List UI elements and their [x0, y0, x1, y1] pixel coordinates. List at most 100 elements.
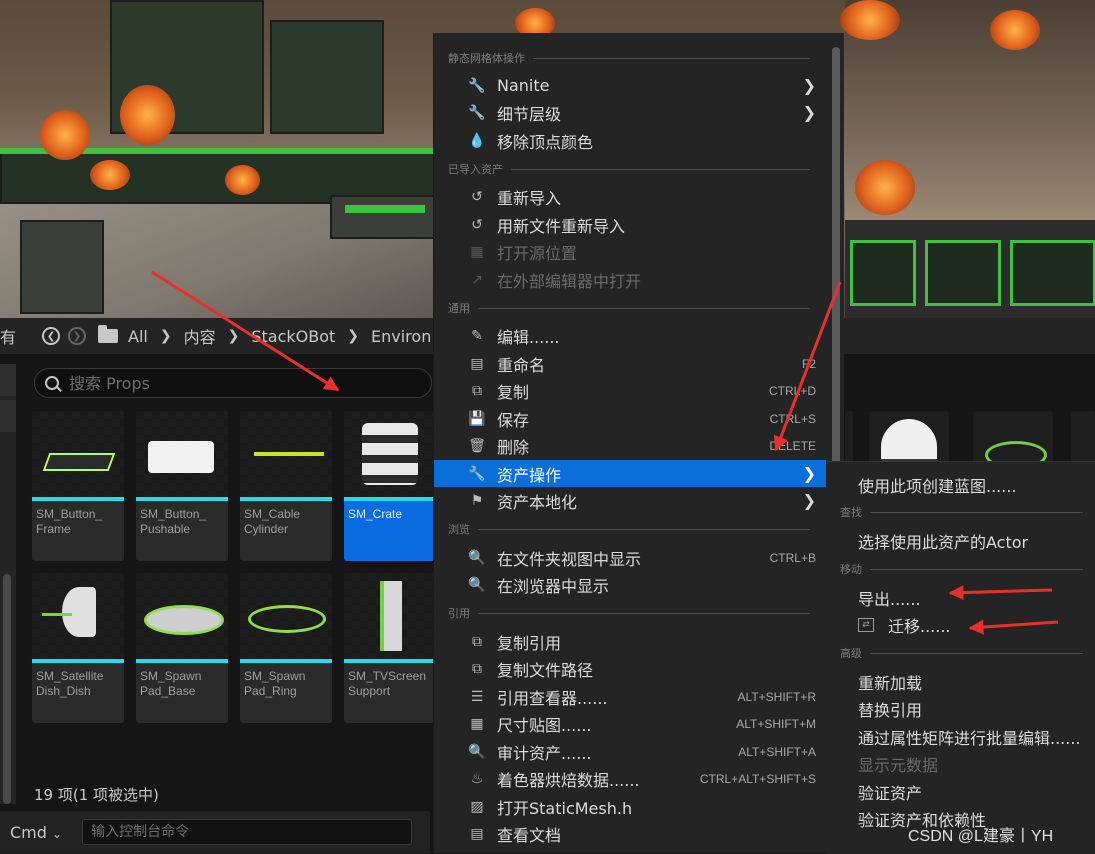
doc-icon: ▤	[470, 825, 484, 842]
menu-item-reimport-new[interactable]: ↺ 用新文件重新导入	[434, 211, 826, 238]
menu-item-size-map[interactable]: ▦ 尺寸贴图...... ALT+SHIFT+M	[434, 710, 826, 737]
menu-item-open-header[interactable]: ▨ 打开StaticMesh.h	[434, 793, 826, 820]
viewport-plant	[40, 110, 90, 160]
menu-item-save[interactable]: 💾 保存 CTRL+S	[434, 405, 826, 432]
menu-item-rename[interactable]: ▤ 重命名 F2	[434, 350, 826, 377]
menu-item-reference-viewer[interactable]: ☰ 引用查看器...... ALT+SHIFT+R	[434, 683, 826, 710]
submenu-item-select-actors[interactable]: 选择使用此资产的Actor	[858, 529, 1028, 553]
breadcrumb-arrow-icon[interactable]: ❯	[228, 328, 240, 344]
vertical-scrollbar[interactable]	[3, 574, 11, 804]
viewport-plant	[990, 10, 1040, 50]
breadcrumb-environ[interactable]: Environ	[371, 327, 431, 346]
submenu-item-replace-references[interactable]: 替换引用	[858, 697, 922, 721]
breadcrumb-stackobot[interactable]: StackOBot	[251, 327, 335, 346]
console-input[interactable]	[82, 819, 413, 845]
trash-icon: 🗑	[468, 437, 486, 454]
search-input[interactable]	[67, 372, 411, 394]
asset-tile[interactable]: SM_Satellite Dish_Dish	[32, 573, 124, 723]
viewport-plant	[120, 85, 175, 145]
submenu-item-create-blueprint[interactable]: 使用此项创建蓝图......	[858, 473, 1017, 497]
console-mode-dropdown[interactable]: Cmd ⌄	[10, 823, 62, 842]
menu-item-reimport[interactable]: ↺ 重新导入	[434, 183, 826, 210]
menu-item-copy-path[interactable]: ⧉ 复制文件路径	[434, 655, 826, 682]
viewport-crate	[20, 220, 104, 314]
asset-thumbnail	[240, 411, 332, 497]
menu-item-delete[interactable]: 🗑 删除 DELETE	[434, 432, 826, 459]
forward-icon[interactable]: ❯	[68, 327, 87, 345]
menu-item-copy-reference[interactable]: ⧉ 复制引用	[434, 628, 826, 655]
save-icon: 💾	[468, 410, 486, 427]
sources-tab[interactable]	[0, 400, 16, 432]
asset-thumbnail	[344, 411, 436, 497]
asset-search-box[interactable]	[34, 368, 432, 398]
submenu-item-show-metadata: 显示元数据	[858, 756, 939, 775]
menu-item-localization[interactable]: ⚑ 资产本地化 ❯	[434, 487, 826, 514]
audit-icon: 🔍	[468, 743, 486, 760]
drop-icon: 💧	[468, 132, 486, 149]
asset-tile[interactable]: SM_Spawn Pad_Ring	[240, 573, 332, 723]
asset-label: SM_Satellite Dish_Dish	[36, 669, 104, 698]
breadcrumb-arrow-icon[interactable]: ❯	[347, 328, 359, 344]
breadcrumb-arrow-icon[interactable]: ❯	[160, 328, 172, 344]
menu-section-common: 通用	[448, 301, 810, 315]
submenu-arrow-icon: ❯	[802, 491, 816, 510]
menu-item-remove-vertex-color[interactable]: 💧 移除顶点颜色	[434, 127, 826, 154]
graph-icon: ☰	[470, 688, 484, 705]
asset-tile[interactable]: SM_Cable Cylinder	[240, 411, 332, 561]
rename-icon: ▤	[470, 355, 484, 372]
console-bar: Cmd ⌄	[0, 811, 430, 853]
viewport-machine	[270, 20, 384, 134]
submenu-section-move: 移动	[840, 562, 1083, 576]
asset-thumbnail	[32, 411, 124, 497]
menu-item-show-in-folder[interactable]: 🔍 在文件夹视图中显示 CTRL+B	[434, 544, 826, 571]
folder-search-icon: 🔍	[468, 549, 486, 566]
asset-thumbnail	[240, 573, 332, 659]
asset-label: SM_Cable Cylinder	[244, 507, 301, 536]
pencil-icon: ✎	[471, 327, 483, 344]
asset-tile[interactable]: SM_TVScreen Support	[344, 573, 436, 723]
asset-tile[interactable]: SM_Button_ Pushable	[136, 411, 228, 561]
submenu-item-export[interactable]: 导出......	[858, 586, 921, 610]
watermark: CSDN @L建豪丨YH	[908, 828, 1054, 845]
viewport-fire	[225, 165, 260, 195]
submenu-item-reload[interactable]: 重新加载	[858, 670, 922, 694]
asset-thumbnail	[344, 573, 436, 659]
viewport-plant	[840, 0, 900, 40]
submenu-item-bulk-edit[interactable]: 通过属性矩阵进行批量编辑......	[858, 725, 1081, 749]
asset-tile[interactable]: SM_Button_ Frame	[32, 411, 124, 561]
asset-label: SM_Button_ Pushable	[140, 507, 207, 536]
folder-search-icon: 🔍	[468, 576, 486, 593]
submenu-section-find: 查找	[840, 505, 1083, 519]
submenu-item-validate[interactable]: 验证资产	[858, 780, 922, 804]
menu-item-audit[interactable]: 🔍 审计资产...... ALT+SHIFT+A	[434, 738, 826, 765]
back-icon[interactable]: ❮	[42, 327, 61, 345]
asset-thumbnail	[136, 573, 228, 659]
reimport-icon: ↺	[471, 216, 483, 233]
wrench-icon: 🔧	[468, 77, 486, 94]
menu-item-edit[interactable]: ✎ 编辑......	[434, 322, 826, 349]
menu-item-show-in-browser[interactable]: 🔍 在浏览器中显示	[434, 571, 826, 598]
asset-label: SM_TVScreen Support	[348, 669, 427, 698]
breadcrumb-content[interactable]: 内容	[184, 324, 216, 348]
menu-item-lod[interactable]: 🔧 细节层级 ❯	[434, 99, 826, 126]
menu-item-nanite[interactable]: 🔧 Nanite ❯	[434, 72, 826, 99]
source-icon: ▦	[470, 243, 484, 260]
cpp-icon: ▨	[470, 798, 484, 815]
asset-thumbnail	[136, 411, 228, 497]
menu-item-view-docs[interactable]: ▤ 查看文档	[434, 820, 826, 847]
menu-item-shader-data[interactable]: ♨ 着色器烘焙数据...... CTRL+ALT+SHIFT+S	[434, 765, 826, 792]
menu-section-reference: 引用	[448, 606, 810, 620]
menu-item-asset-actions[interactable]: 🔧 资产操作 ❯	[434, 460, 826, 487]
asset-tile-selected[interactable]: SM_Crate	[344, 411, 436, 561]
menu-item-duplicate[interactable]: ⧉ 复制 CTRL+D	[434, 377, 826, 404]
wrench-icon: 🔧	[468, 465, 486, 482]
breadcrumb-all[interactable]: All	[128, 327, 148, 346]
copy-ref-icon: ⧉	[472, 633, 482, 650]
sources-tab[interactable]	[0, 364, 16, 396]
submenu-item-migrate[interactable]: ⇄ 迁移......	[858, 613, 951, 637]
search-icon	[45, 376, 59, 390]
copy-ref-icon: ⧉	[472, 660, 482, 677]
duplicate-icon: ⧉	[472, 382, 482, 399]
asset-tile[interactable]: SM_Spawn Pad_Base	[136, 573, 228, 723]
viewport-plant	[855, 160, 915, 215]
